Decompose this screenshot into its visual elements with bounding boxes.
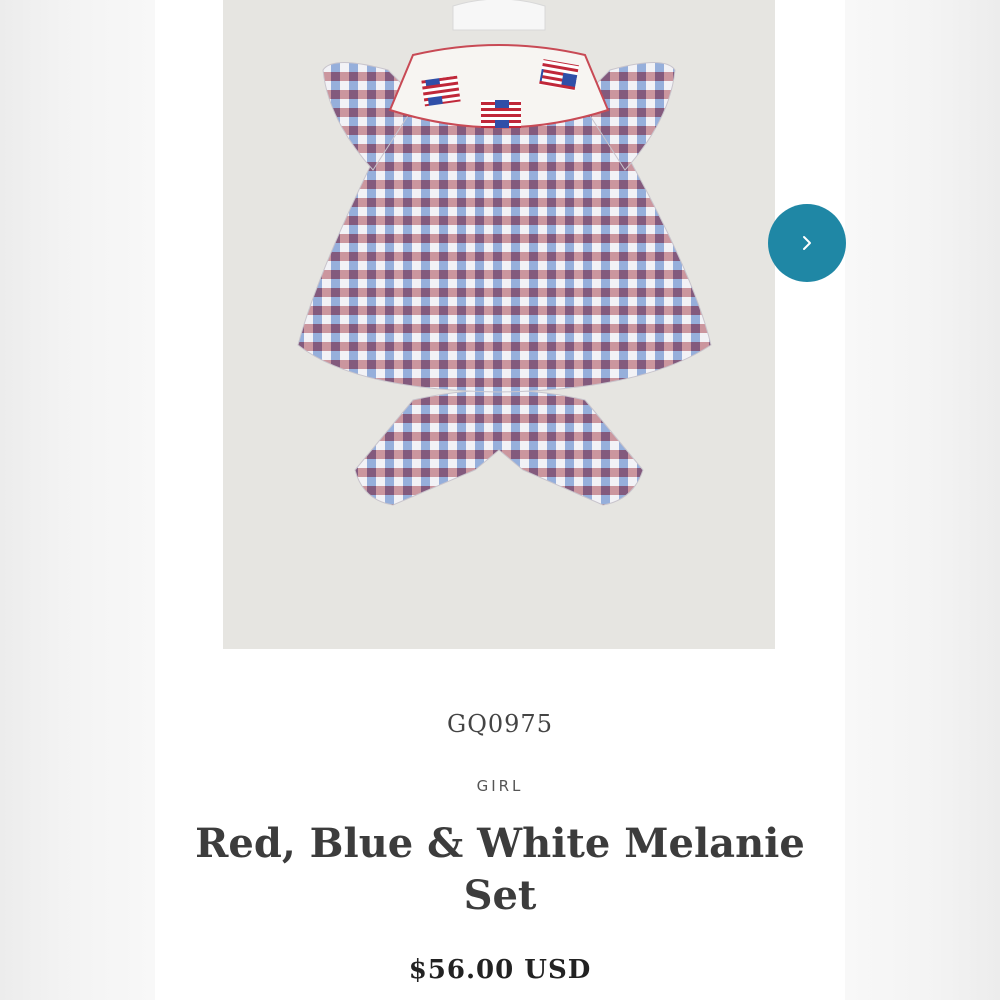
page-margin-left [0, 0, 155, 1000]
product-photo-icon [223, 0, 775, 649]
product-title: Red, Blue & White Melanie Set [195, 820, 805, 919]
product-price: $56.00 USD [408, 955, 592, 985]
product-sku: GQ0975 [447, 710, 553, 738]
product-image[interactable] [223, 0, 775, 649]
next-image-button[interactable] [768, 204, 846, 282]
page-margin-right [845, 0, 1000, 1000]
product-card: GQ0975 GIRL Red, Blue & White Melanie Se… [155, 0, 845, 1000]
chevron-right-icon [803, 236, 811, 250]
product-category[interactable]: GIRL [155, 777, 845, 795]
